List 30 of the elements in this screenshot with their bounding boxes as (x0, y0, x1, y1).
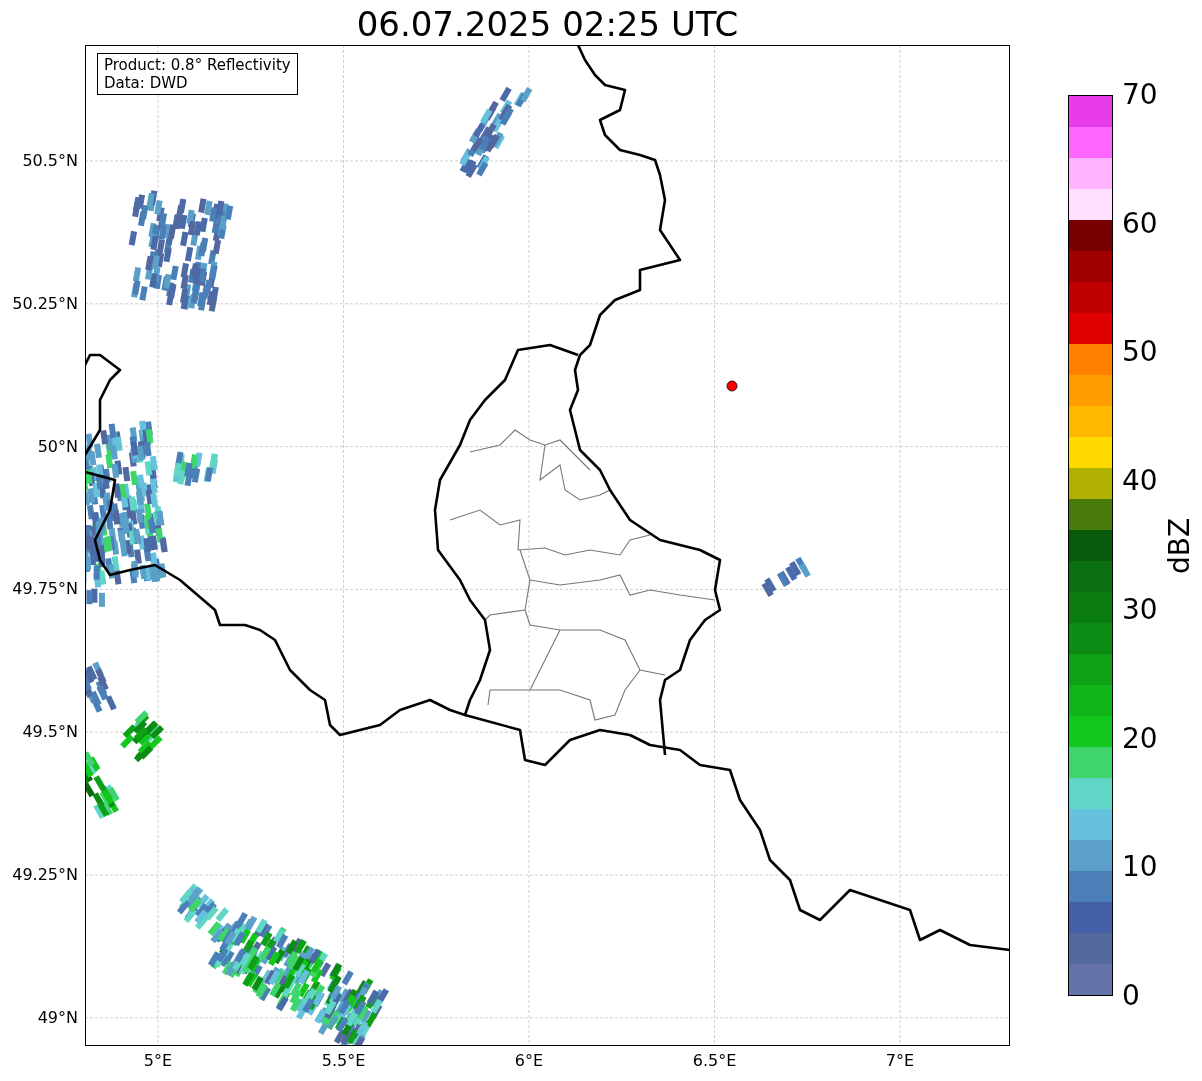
radar-echo (120, 710, 165, 763)
longitude-label: 6.5°E (691, 1050, 738, 1072)
latitude-label: 49.75°N (11, 579, 78, 600)
radar-echo (85, 661, 117, 713)
latitude-label: 49.25°N (11, 865, 78, 885)
latitude-label: 50°N (36, 436, 78, 457)
longitude-label: 5.5°E (320, 1050, 367, 1072)
colorbar-tick-label: 10 (1122, 851, 1158, 884)
longitude-label: 6°E (513, 1050, 545, 1072)
latitude-label: 49°N (36, 1007, 78, 1028)
colorbar-tick-label: 20 (1122, 722, 1158, 755)
radar-echo (85, 751, 120, 819)
colorbar-tick-label: 50 (1122, 336, 1158, 369)
colorbar-tick-label: 60 (1122, 207, 1158, 240)
colorbar-tick-label: 30 (1122, 593, 1158, 626)
colorbar-tick-label: 40 (1122, 465, 1158, 498)
info-text: Product: 0.8° Reflectivity (104, 56, 291, 74)
location-marker (726, 380, 738, 392)
radar-echo (172, 451, 219, 487)
radar-echo (761, 556, 811, 598)
longitude-label: 7°E (884, 1050, 916, 1072)
latitude-label: 49.5°N (21, 722, 78, 743)
latitude-label: 50.5°N (21, 151, 78, 171)
longitude-label: 5°E (142, 1050, 174, 1072)
info-text: Data: DWD (104, 74, 189, 92)
colorbar-tick-label: 70 (1122, 79, 1158, 111)
chart-title: 06.07.2025 02:25 UTC (355, 3, 740, 46)
latitude-label: 50.25°N (11, 293, 78, 314)
colorbar-label: dBZ (1164, 516, 1196, 576)
colorbar-tick-label: 0 (1122, 980, 1140, 1012)
